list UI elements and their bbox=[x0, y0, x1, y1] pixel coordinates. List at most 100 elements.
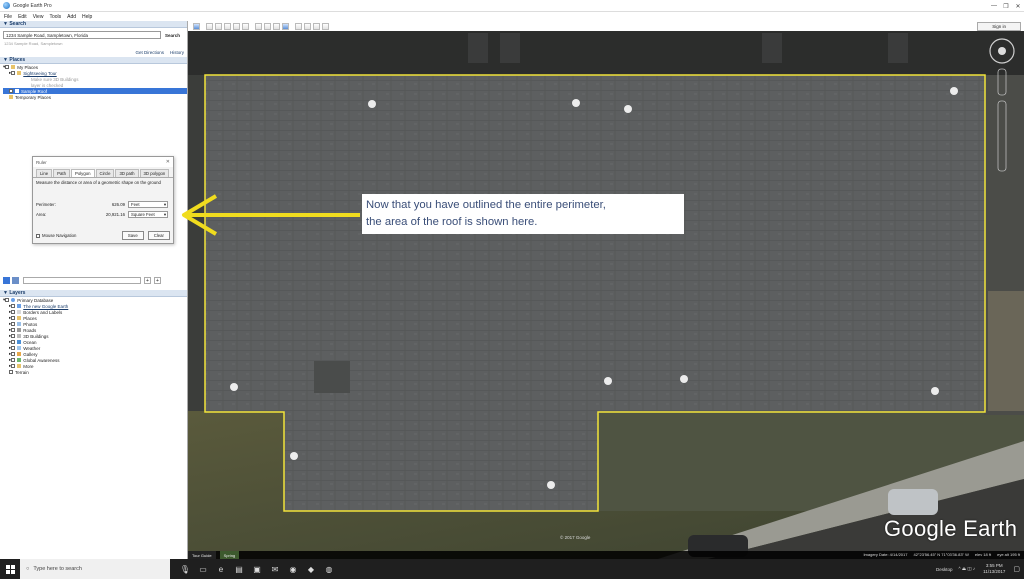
maximize-button[interactable]: ❐ bbox=[1000, 0, 1012, 12]
area-unit-select[interactable]: Square Feet ▾ bbox=[128, 211, 168, 218]
tab-circle[interactable]: Circle bbox=[95, 169, 115, 177]
layer-label: Primary Database bbox=[17, 297, 54, 303]
email-button[interactable] bbox=[295, 22, 302, 30]
add-image-overlay-button[interactable] bbox=[233, 22, 240, 30]
checkbox[interactable] bbox=[11, 328, 16, 332]
tab-3d-path[interactable]: 3D path bbox=[115, 169, 139, 177]
close-window-button[interactable]: ✕ bbox=[1012, 0, 1024, 12]
checkbox[interactable] bbox=[11, 358, 16, 362]
notifications-icon[interactable]: ▢ bbox=[1013, 565, 1020, 573]
layer-label: The new Google Earth bbox=[23, 303, 69, 309]
search-input[interactable]: 1234 Sample Road, Sampletown, Florida bbox=[3, 31, 161, 39]
sunlight-button[interactable] bbox=[264, 22, 271, 30]
store-icon[interactable]: ▣ bbox=[248, 559, 266, 579]
taskbar-search[interactable]: ○ Type here to search bbox=[20, 559, 170, 579]
google-earth-taskbar-icon[interactable]: ◍ bbox=[320, 559, 338, 579]
clock[interactable]: 3:55 PM 11/13/2017 bbox=[983, 563, 1005, 575]
clear-button[interactable]: Clear bbox=[147, 231, 170, 240]
checkbox[interactable] bbox=[11, 304, 16, 308]
checkbox[interactable] bbox=[11, 316, 16, 320]
layer-label: Borders and Labels bbox=[23, 309, 63, 315]
places-list-button[interactable] bbox=[12, 277, 19, 284]
chrome-icon[interactable]: ◉ bbox=[284, 559, 302, 579]
add-polygon-button[interactable] bbox=[215, 22, 222, 30]
places-filter-input[interactable] bbox=[23, 277, 141, 284]
menu-edit[interactable]: Edit bbox=[18, 14, 27, 20]
minimize-button[interactable]: — bbox=[988, 0, 1000, 12]
tour-guide-tab[interactable]: Tour Guide bbox=[188, 551, 216, 559]
mail-icon[interactable]: ✉ bbox=[266, 559, 284, 579]
menu-view[interactable]: View bbox=[33, 14, 44, 20]
historical-imagery-button[interactable] bbox=[255, 22, 262, 30]
checkbox[interactable] bbox=[9, 89, 13, 93]
save-image-button[interactable] bbox=[313, 22, 320, 30]
checkbox[interactable] bbox=[11, 334, 16, 338]
record-tour-button[interactable] bbox=[242, 22, 249, 30]
menu-help[interactable]: Help bbox=[82, 14, 92, 20]
checkbox[interactable] bbox=[11, 364, 16, 368]
eye-altitude-readout: eye alt 195 ft bbox=[997, 552, 1020, 557]
search-button[interactable]: Search bbox=[165, 33, 180, 38]
ruler-close-icon[interactable]: ✕ bbox=[166, 159, 170, 165]
microphone-icon[interactable]: 🎙 bbox=[176, 559, 194, 579]
checkbox[interactable] bbox=[11, 352, 16, 356]
add-placemark-button[interactable] bbox=[206, 22, 213, 30]
places-view-button[interactable] bbox=[3, 277, 10, 284]
desktop-label[interactable]: Desktop bbox=[936, 567, 953, 572]
planets-button[interactable] bbox=[273, 22, 280, 30]
get-directions-link[interactable]: Get Directions bbox=[135, 50, 164, 55]
task-view-icon[interactable]: ▭ bbox=[194, 559, 212, 579]
tree-item-temporary-places[interactable]: Temporary Places bbox=[3, 94, 187, 100]
print-button[interactable] bbox=[304, 22, 311, 30]
instruction-callout: Now that you have outlined the entire pe… bbox=[362, 194, 684, 234]
hide-sidebar-button[interactable] bbox=[193, 22, 200, 30]
move-down-button[interactable]: + bbox=[154, 277, 161, 284]
yellow-arrow-icon bbox=[182, 194, 360, 236]
places-section-header[interactable]: ▼ Places bbox=[0, 57, 187, 64]
sign-in-button[interactable]: Sign in bbox=[977, 22, 1021, 31]
mouse-navigation-checkbox[interactable] bbox=[36, 233, 40, 238]
perimeter-unit-select[interactable]: Feet ▾ bbox=[128, 201, 168, 208]
weather-icon bbox=[17, 346, 22, 350]
tab-line[interactable]: Line bbox=[36, 169, 53, 177]
checkbox[interactable] bbox=[11, 310, 16, 314]
layer-item[interactable]: Terrain bbox=[3, 369, 187, 375]
checkbox[interactable] bbox=[11, 346, 16, 350]
tab-polygon[interactable]: Polygon bbox=[70, 169, 95, 177]
earth-icon bbox=[17, 304, 22, 308]
layers-section-header[interactable]: ▼ Layers bbox=[0, 290, 187, 297]
menu-tools[interactable]: Tools bbox=[49, 14, 61, 20]
history-link[interactable]: History bbox=[170, 50, 184, 55]
windows-logo-icon bbox=[5, 564, 15, 574]
checkbox[interactable] bbox=[11, 71, 16, 75]
search-section-header[interactable]: ▼ Search bbox=[0, 21, 187, 28]
checkbox[interactable] bbox=[9, 370, 13, 374]
tab-path[interactable]: Path bbox=[53, 169, 70, 177]
layer-label: Ocean bbox=[23, 339, 37, 345]
add-path-button[interactable] bbox=[224, 22, 231, 30]
borders-icon bbox=[17, 310, 22, 314]
checkbox[interactable] bbox=[5, 65, 10, 69]
checkbox[interactable] bbox=[5, 298, 10, 302]
checkbox[interactable] bbox=[11, 340, 16, 344]
buildings-icon bbox=[17, 334, 22, 338]
edge-icon[interactable]: e bbox=[212, 559, 230, 579]
layers-header-label: Layers bbox=[9, 290, 26, 296]
checkbox[interactable] bbox=[11, 322, 16, 326]
move-up-button[interactable]: + bbox=[144, 277, 151, 284]
ruler-button[interactable] bbox=[282, 22, 289, 30]
perimeter-value: 626.09 bbox=[111, 202, 125, 207]
view-in-maps-button[interactable] bbox=[322, 22, 329, 30]
map-view[interactable]: Google Earth © 2017 Google bbox=[188, 31, 1024, 559]
folder-icon bbox=[17, 364, 22, 368]
clock-date: 11/13/2017 bbox=[983, 569, 1006, 574]
file-explorer-icon[interactable]: ▤ bbox=[230, 559, 248, 579]
save-button[interactable]: Save bbox=[121, 231, 144, 240]
menu-file[interactable]: File bbox=[4, 14, 12, 20]
menu-add[interactable]: Add bbox=[67, 14, 76, 20]
tab-3d-polygon[interactable]: 3D polygon bbox=[139, 169, 170, 177]
app-icon[interactable]: ◆ bbox=[302, 559, 320, 579]
tour-thumbnail[interactable]: Spring bbox=[219, 551, 240, 559]
start-button[interactable] bbox=[0, 559, 20, 579]
tray-icons[interactable]: ^ ⏏ ◫ ♪ bbox=[959, 566, 976, 572]
